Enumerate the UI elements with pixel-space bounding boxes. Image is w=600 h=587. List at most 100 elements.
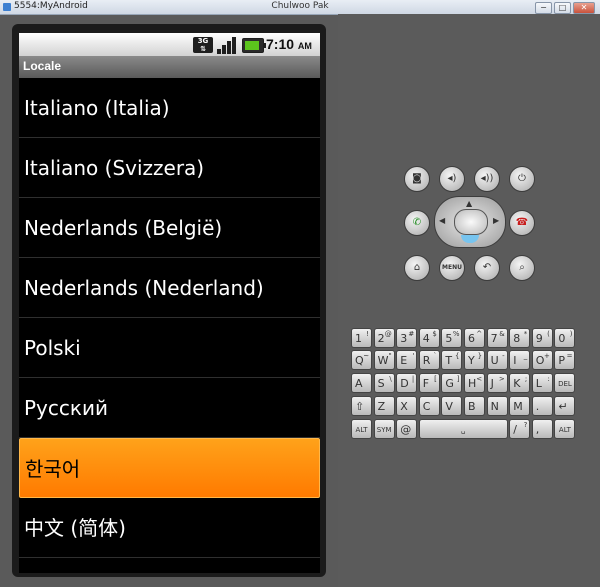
key-row3-1[interactable]: S \	[373, 373, 395, 393]
key-row1-3[interactable]: 4 $	[418, 328, 440, 348]
key-row3-4[interactable]: G]	[441, 373, 463, 393]
key-alt-label: %	[452, 330, 460, 338]
key-row4-2[interactable]: C	[418, 396, 440, 416]
dpad[interactable]: ▲ ◀ ▶	[434, 196, 506, 248]
key-row1-7[interactable]: 8 *	[509, 328, 531, 348]
key-alt-label: ]	[456, 375, 460, 383]
call-button[interactable]: ✆	[404, 210, 430, 236]
key-label: @	[400, 423, 412, 436]
key-row3-6[interactable]: J >	[486, 373, 508, 393]
key-row2-9[interactable]: P =	[554, 350, 576, 370]
key-alt-label: `	[433, 352, 437, 360]
shift-key[interactable]: ⇧	[351, 396, 373, 416]
app-title: Locale	[23, 59, 62, 73]
key-label: 5	[445, 332, 453, 345]
key-row4-7[interactable]: .	[531, 396, 553, 416]
key-label: N	[490, 400, 499, 413]
key-row4-3[interactable]: V	[441, 396, 463, 416]
locale-item[interactable]: Nederlands (Nederland)	[19, 258, 320, 318]
key-row3-2[interactable]: D |	[396, 373, 418, 393]
key-alt-label: {	[455, 352, 460, 360]
menu-button[interactable]: MENU	[439, 255, 465, 281]
volume-up-button[interactable]: ◂))	[474, 166, 500, 192]
key-label: ↵	[558, 400, 568, 413]
key-alt-label: >	[498, 375, 505, 383]
enter-key[interactable]: ↵	[554, 396, 576, 416]
key-row1-8[interactable]: 9(	[531, 328, 553, 348]
key-row1-1[interactable]: 2 @	[373, 328, 395, 348]
key-row4-5[interactable]: N	[486, 396, 508, 416]
status-bar: 3G ⇅ 7:10 AM	[19, 33, 320, 56]
device-screen: 3G ⇅ 7:10 AM Locale Italiano (Italia) Ital…	[19, 33, 320, 573]
alt-key-right[interactable]: ALT	[554, 419, 576, 439]
app-icon	[3, 3, 11, 11]
key-label: W	[377, 354, 389, 367]
dpad-center-button[interactable]	[454, 209, 488, 235]
delete-key[interactable]: DEL	[554, 373, 576, 393]
key-alt-label: =	[566, 352, 573, 360]
clock-time: 7:10	[266, 36, 295, 52]
key-row2-5[interactable]: Y}	[464, 350, 486, 370]
minimize-button[interactable]: −	[535, 2, 552, 14]
key-row3-8[interactable]: L:	[531, 373, 553, 393]
maximize-button[interactable]: □	[554, 2, 571, 14]
key-row4-4[interactable]: B	[464, 396, 486, 416]
locale-item[interactable]: 中文 (简体)	[19, 498, 320, 558]
key-alt-label: @	[384, 330, 392, 338]
key-alt-label: $	[432, 330, 437, 338]
space-key[interactable]: ␣	[418, 419, 508, 439]
locale-item[interactable]: 한국어	[19, 438, 320, 498]
key-row2-4[interactable]: T{	[441, 350, 463, 370]
slash-key[interactable]: /?	[509, 419, 531, 439]
sym-key[interactable]: SYM	[373, 419, 395, 439]
key-row2-0[interactable]: Q ~	[351, 350, 373, 370]
key-row1-4[interactable]: 5%	[441, 328, 463, 348]
key-row3-5[interactable]: H <	[464, 373, 486, 393]
key-label: DEL	[558, 380, 572, 388]
locale-item[interactable]: Italiano (Italia)	[19, 78, 320, 138]
power-button[interactable]: ⏻	[509, 166, 535, 192]
key-alt-label: )	[569, 330, 573, 338]
home-icon: ⌂	[413, 262, 421, 273]
key-row3-7[interactable]: K;	[509, 373, 531, 393]
search-icon: ⌕	[519, 262, 525, 273]
key-row4-0[interactable]: Z	[373, 396, 395, 416]
key-label: ALT	[558, 426, 571, 434]
key-row2-3[interactable]: R `	[418, 350, 440, 370]
alt-key-left[interactable]: ALT	[351, 419, 373, 439]
key-row1-9[interactable]: 0)	[554, 328, 576, 348]
key-row1-6[interactable]: 7 &	[486, 328, 508, 348]
home-button[interactable]: ⌂	[404, 255, 430, 281]
search-button[interactable]: ⌕	[509, 255, 535, 281]
key-label: .	[535, 400, 540, 413]
at-key[interactable]: @	[396, 419, 418, 439]
key-row2-8[interactable]: O +	[531, 350, 553, 370]
key-row1-5[interactable]: 6 ^	[464, 328, 486, 348]
locale-item[interactable]: Русский	[19, 378, 320, 438]
close-button[interactable]: ✕	[573, 2, 595, 14]
key-row3-3[interactable]: F[	[418, 373, 440, 393]
key-row3-0[interactable]: A	[351, 373, 373, 393]
key-label: E	[400, 354, 408, 367]
camera-button[interactable]: ◙	[404, 166, 430, 192]
key-row1-0[interactable]: 1!	[351, 328, 373, 348]
key-row4-1[interactable]: X	[396, 396, 418, 416]
key-row1-2[interactable]: 3 #	[396, 328, 418, 348]
key-alt-label: _	[523, 352, 528, 360]
locale-item[interactable]: Polski	[19, 318, 320, 378]
key-row2-6[interactable]: U-	[486, 350, 508, 370]
dpad-down-button[interactable]	[461, 235, 479, 243]
key-row4-6[interactable]: M	[509, 396, 531, 416]
comma-key[interactable]: ,	[531, 419, 553, 439]
back-icon: ↶	[482, 262, 492, 273]
key-row2-1[interactable]: W "	[373, 350, 395, 370]
end-call-button[interactable]: ☎	[509, 210, 535, 236]
key-row2-7[interactable]: I _	[509, 350, 531, 370]
window-user: Chulwoo Pak	[271, 1, 329, 11]
back-button[interactable]: ↶	[474, 255, 500, 281]
key-row2-2[interactable]: E '	[396, 350, 418, 370]
key-alt-label: "	[388, 352, 392, 360]
locale-item[interactable]: Italiano (Svizzera)	[19, 138, 320, 198]
locale-item[interactable]: Nederlands (België)	[19, 198, 320, 258]
volume-down-button[interactable]: ◂)	[439, 166, 465, 192]
